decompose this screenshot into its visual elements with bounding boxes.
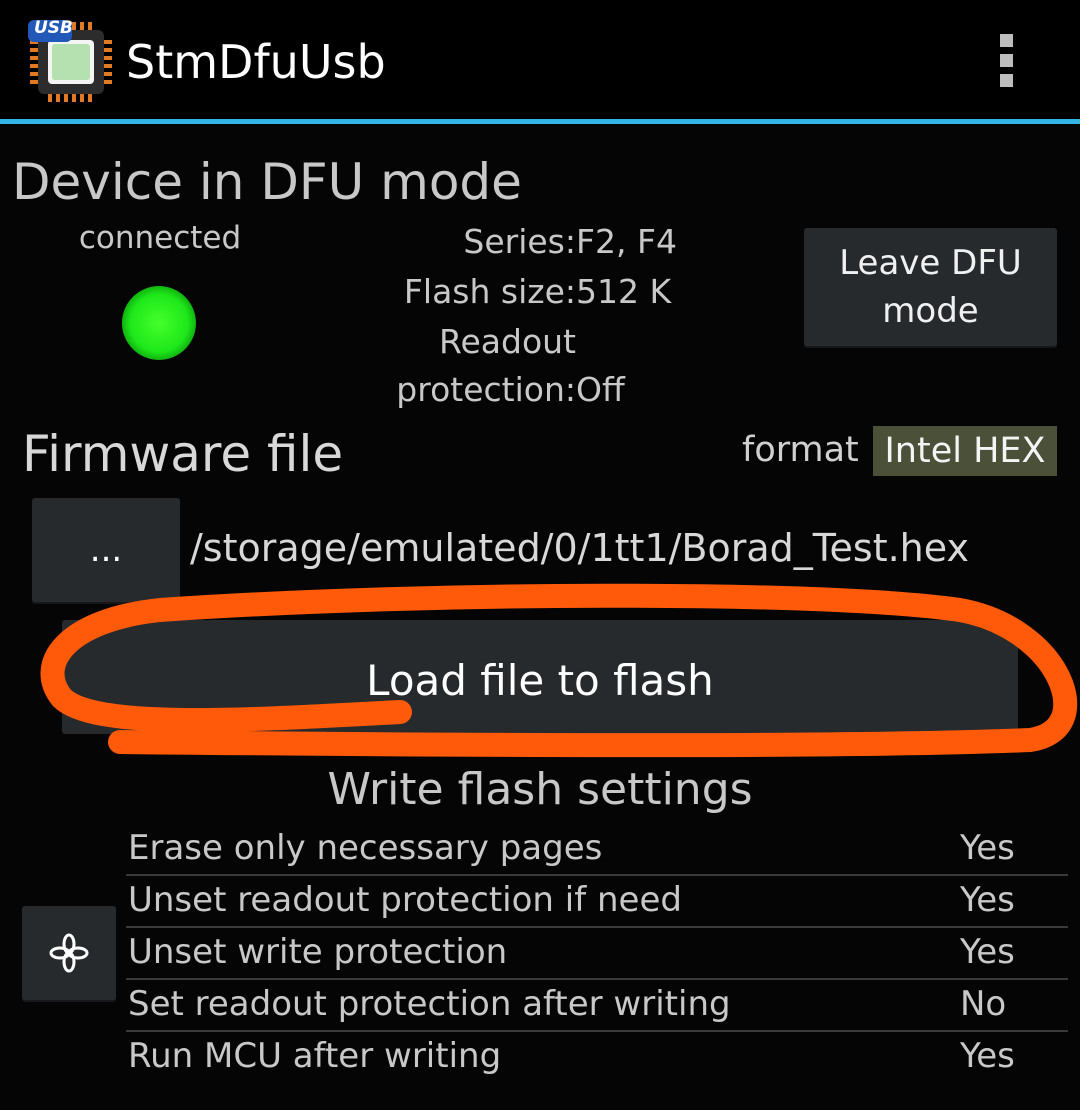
setting-value: Yes xyxy=(960,828,1015,868)
readout-row-line1: Readout xyxy=(396,322,576,362)
usb-badge-text: USB xyxy=(34,18,74,38)
device-section-title: Device in DFU mode xyxy=(12,153,522,211)
overflow-menu-icon[interactable] xyxy=(995,34,1019,90)
chip-usb-icon[interactable]: USB xyxy=(28,18,116,104)
readout-value: Off xyxy=(576,370,625,409)
setting-value: Yes xyxy=(960,1036,1015,1076)
flash-size-label: Flash size: xyxy=(403,272,576,311)
readout-row-line2: protection:Off xyxy=(380,370,625,410)
app-root: USB StmDfuUsb Device in DFU mode connect… xyxy=(0,0,1080,1110)
format-label: format xyxy=(742,430,859,470)
settings-section-title: Write flash settings xyxy=(327,764,753,815)
asterisk-icon xyxy=(49,933,89,973)
flash-size-row: Flash size:512 K xyxy=(396,272,671,312)
status-led-icon xyxy=(122,286,196,360)
connection-status: connected xyxy=(78,220,242,256)
flash-size-value: 512 K xyxy=(576,272,672,311)
setting-label: Unset write protection xyxy=(128,932,508,972)
file-path: /storage/emulated/0/1tt1/Borad_Test.hex xyxy=(190,526,969,570)
series-label: Series: xyxy=(463,222,576,261)
setting-value: No xyxy=(960,984,1007,1024)
settings-row[interactable]: Set readout protection after writing No xyxy=(126,980,1068,1032)
setting-label: Set readout protection after writing xyxy=(128,984,731,1024)
setting-value: Yes xyxy=(960,880,1015,920)
app-title: StmDfuUsb xyxy=(126,35,386,89)
browse-file-button[interactable]: ... xyxy=(32,498,180,602)
settings-table: Erase only necessary pages Yes Unset rea… xyxy=(126,824,1068,1084)
series-value: F2, F4 xyxy=(576,222,677,261)
series-row: Series:F2, F4 xyxy=(396,222,677,262)
settings-row[interactable]: Erase only necessary pages Yes xyxy=(126,824,1068,876)
setting-label: Run MCU after writing xyxy=(128,1036,502,1076)
setting-value: Yes xyxy=(960,932,1015,972)
settings-row[interactable]: Unset readout protection if need Yes xyxy=(126,876,1068,928)
settings-row[interactable]: Unset write protection Yes xyxy=(126,928,1068,980)
action-bar-divider xyxy=(0,119,1080,124)
settings-edit-button[interactable] xyxy=(22,906,116,1000)
firmware-section-title: Firmware file xyxy=(22,425,344,483)
action-bar: USB StmDfuUsb xyxy=(0,0,1080,119)
readout-label-line1: Readout xyxy=(439,322,576,361)
setting-label: Erase only necessary pages xyxy=(128,828,603,868)
readout-label-line2: protection: xyxy=(396,370,576,409)
load-file-button[interactable]: Load file to flash xyxy=(62,620,1018,734)
leave-dfu-button[interactable]: Leave DFU mode xyxy=(804,228,1057,346)
setting-label: Unset readout protection if need xyxy=(128,880,682,920)
settings-row[interactable]: Run MCU after writing Yes xyxy=(126,1032,1068,1084)
format-value[interactable]: Intel HEX xyxy=(873,426,1057,476)
